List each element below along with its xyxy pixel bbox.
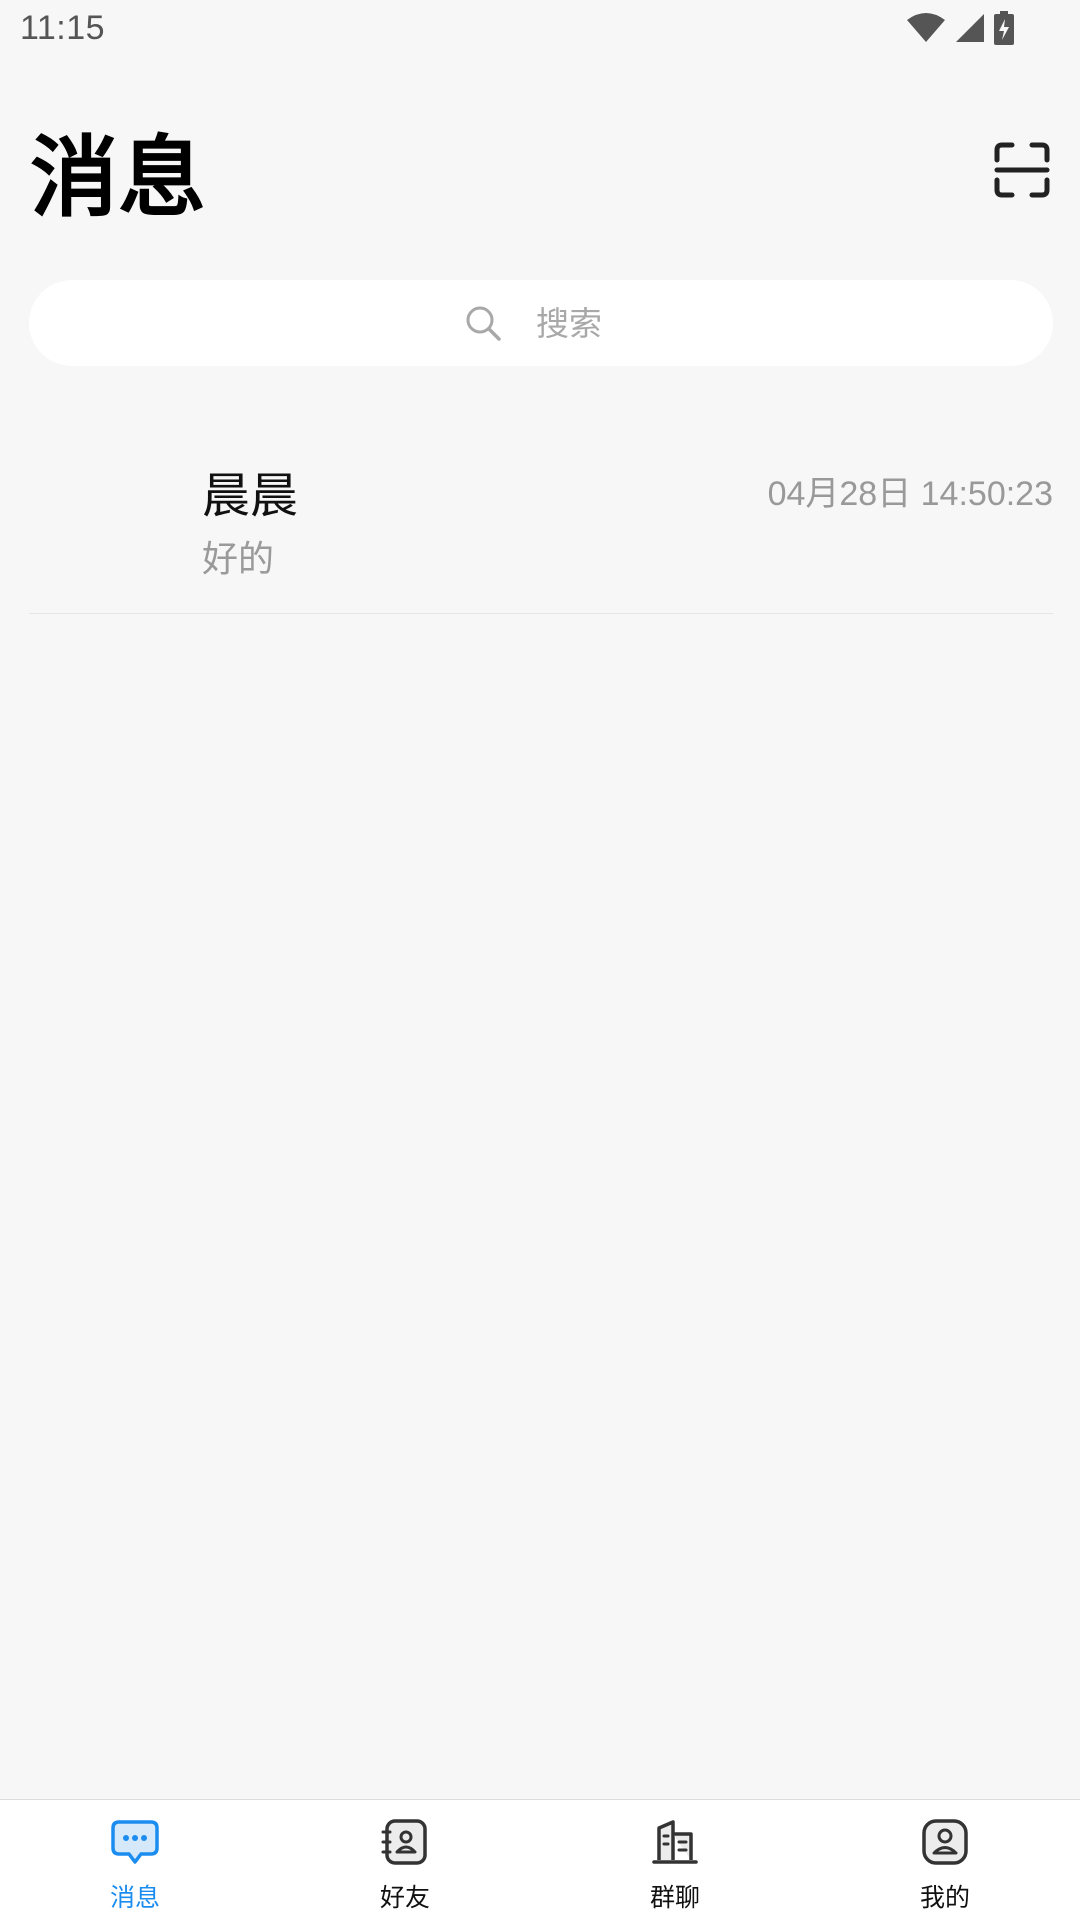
chat-bubble-icon xyxy=(111,1820,159,1864)
conversation-name: 晨晨 xyxy=(202,468,299,524)
page-title: 消息 xyxy=(30,126,207,229)
avatar xyxy=(69,460,169,560)
cellular-signal-icon xyxy=(956,14,984,42)
search-bar[interactable] xyxy=(29,280,1053,366)
contacts-icon xyxy=(381,1819,427,1865)
tab-groups[interactable]: 群聊 xyxy=(540,1800,810,1921)
tab-friends[interactable]: 好友 xyxy=(270,1800,540,1921)
scan-icon xyxy=(994,142,1050,198)
conversation-preview: 好的 xyxy=(202,539,275,580)
wifi-icon xyxy=(907,13,945,42)
tab-label: 消息 xyxy=(109,1883,160,1912)
search-input[interactable] xyxy=(534,302,618,344)
header: 消息 xyxy=(0,120,1080,240)
profile-icon xyxy=(922,1819,968,1865)
conversation-time: 04月28日 14:50:23 xyxy=(767,475,1053,513)
scan-button[interactable] xyxy=(994,142,1050,198)
tab-label: 好友 xyxy=(379,1883,430,1912)
tab-label: 我的 xyxy=(919,1883,970,1912)
battery-charging-icon xyxy=(994,11,1014,45)
search-icon xyxy=(466,306,501,341)
conversation-item[interactable]: 晨晨 好的 04月28日 14:50:23 xyxy=(29,430,1053,614)
status-bar: 11:15 xyxy=(0,0,1080,62)
tab-label: 群聊 xyxy=(649,1883,700,1912)
status-icons xyxy=(906,11,1014,45)
tab-me[interactable]: 我的 xyxy=(810,1800,1080,1921)
conversation-list: 晨晨 好的 04月28日 14:50:23 xyxy=(29,430,1053,614)
status-time: 11:15 xyxy=(20,9,106,47)
buildings-icon xyxy=(652,1820,698,1864)
tab-messages[interactable]: 消息 xyxy=(0,1800,270,1921)
bottom-tab-bar: 消息 好友 群聊 我的 xyxy=(0,1799,1080,1921)
